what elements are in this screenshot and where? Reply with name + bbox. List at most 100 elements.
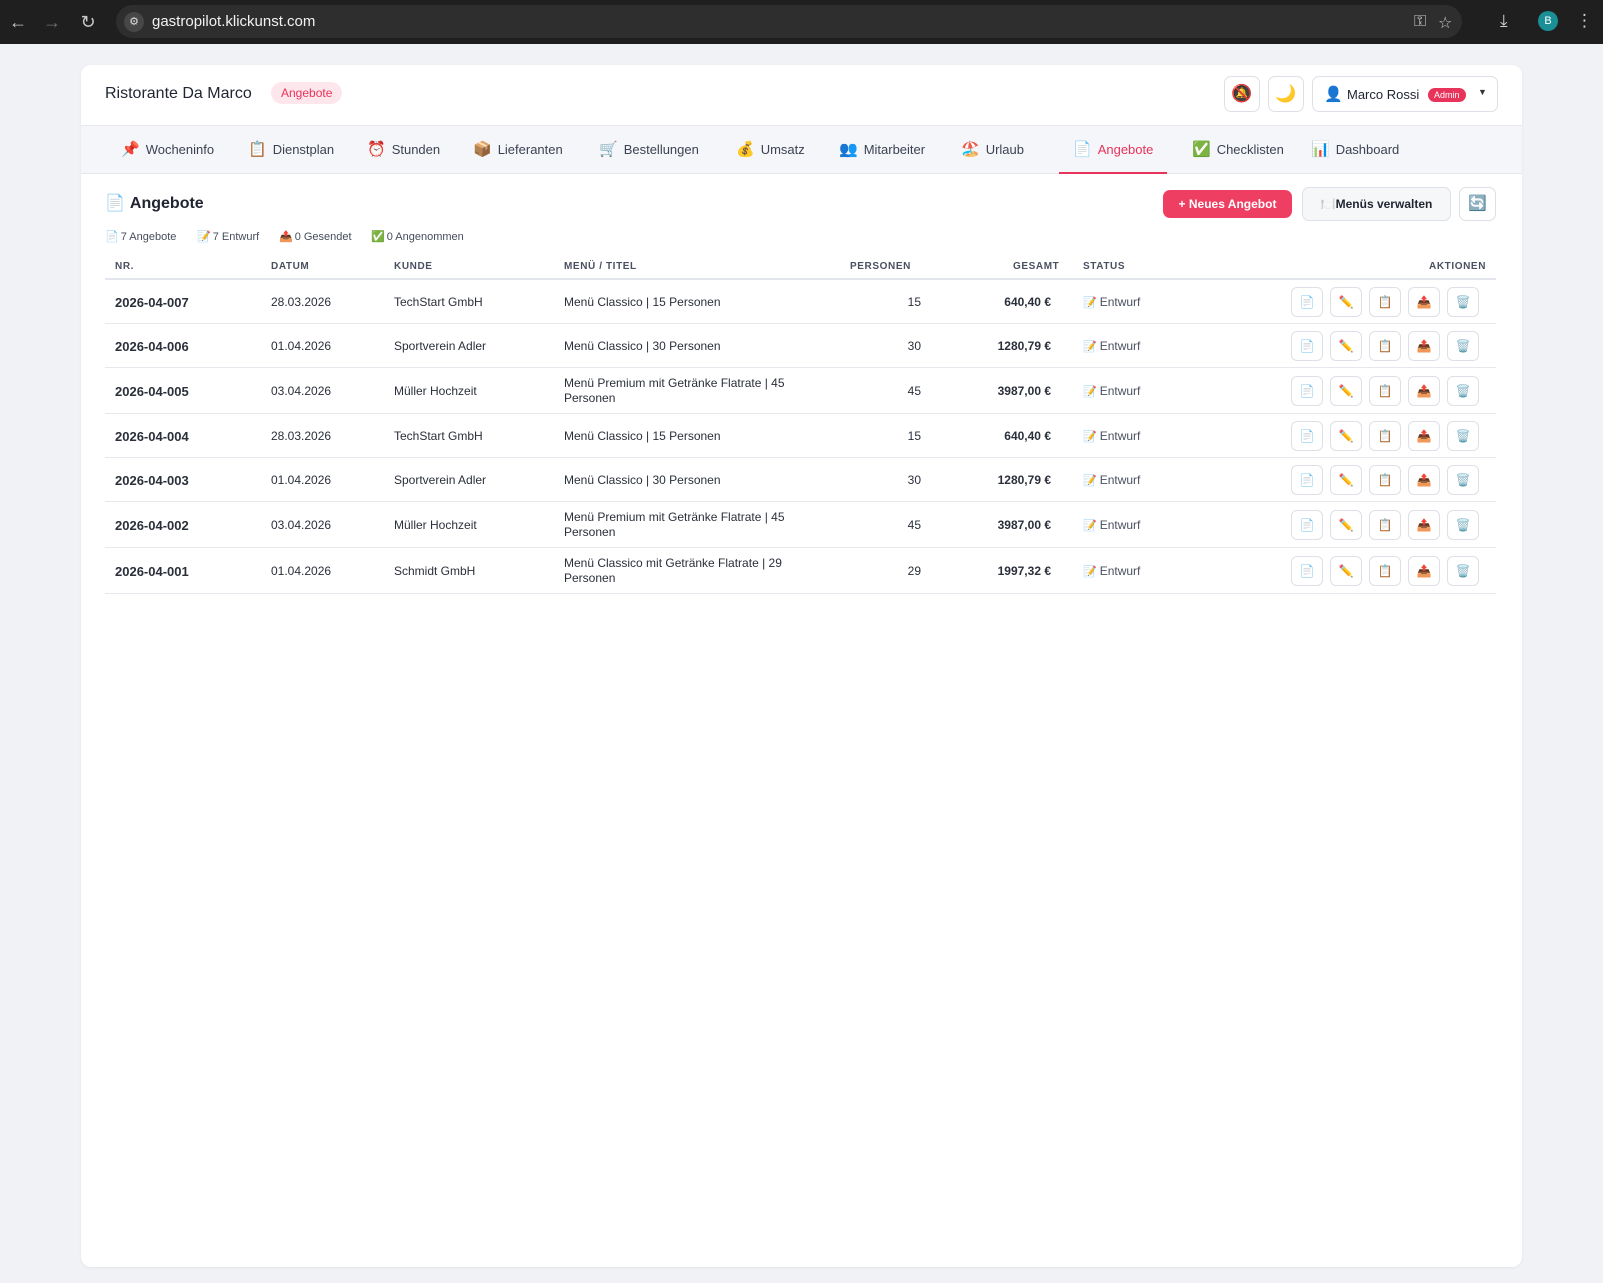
delete-button[interactable]: 🗑️ xyxy=(1447,510,1479,540)
edit-button[interactable]: ✏️ xyxy=(1330,556,1362,586)
edit-button[interactable]: ✏️ xyxy=(1330,331,1362,361)
tab-lieferanten[interactable]: 📦 Lieferanten xyxy=(459,126,577,173)
delete-button[interactable]: 🗑️ xyxy=(1447,287,1479,317)
duplicate-button[interactable]: 📋 xyxy=(1369,421,1401,451)
persons-count: 30 xyxy=(907,339,921,353)
offer-number[interactable]: 2026-04-006 xyxy=(115,339,189,354)
table-body: 2026-04-007 28.03.2026 TechStart GmbH Menü … xyxy=(105,280,1496,594)
table-row[interactable]: 2026-04-005 03.04.2026 Müller Hochzeit Menü… xyxy=(105,368,1496,414)
download-icon[interactable]: ⤓ xyxy=(1500,10,1508,32)
tab-mitarbeiter[interactable]: 👥 Mitarbeiter xyxy=(825,126,939,173)
send-button[interactable]: 📤 xyxy=(1408,376,1440,406)
edit-button[interactable]: ✏️ xyxy=(1330,287,1362,317)
refresh-button[interactable]: 🔄 xyxy=(1459,187,1496,221)
table-row[interactable]: 2026-04-001 01.04.2026 Schmidt GmbH Menü Cl… xyxy=(105,548,1496,594)
forward-icon[interactable]: → xyxy=(40,10,64,34)
view-button[interactable]: 📄 xyxy=(1291,465,1323,495)
view-button[interactable]: 📄 xyxy=(1291,510,1323,540)
offer-date: 28.03.2026 xyxy=(271,295,332,309)
send-icon: 📤 xyxy=(1416,384,1432,398)
view-button[interactable]: 📄 xyxy=(1291,331,1323,361)
tab-dashboard[interactable]: 📊 Dashboard xyxy=(1297,126,1413,173)
status-badge: 📝 Entwurf xyxy=(1083,429,1140,443)
offer-number[interactable]: 2026-04-001 xyxy=(115,564,189,579)
send-button[interactable]: 📤 xyxy=(1408,331,1440,361)
new-offer-button[interactable]: + Neues Angebot xyxy=(1163,190,1292,218)
back-icon[interactable]: ← xyxy=(6,10,30,34)
send-button[interactable]: 📤 xyxy=(1408,465,1440,495)
duplicate-button[interactable]: 📋 xyxy=(1369,556,1401,586)
view-button[interactable]: 📄 xyxy=(1291,421,1323,451)
table-row[interactable]: 2026-04-002 03.04.2026 Müller Hochzeit Menü… xyxy=(105,502,1496,548)
browser-menu-icon[interactable]: ⋮ xyxy=(1576,10,1593,32)
alarm-clock-icon: ⏰ xyxy=(367,141,386,158)
stat-draft: 📝 7 Entwurf xyxy=(197,230,259,243)
duplicate-button[interactable]: 📋 xyxy=(1369,510,1401,540)
tab-urlaub[interactable]: 🏖️ Urlaub xyxy=(947,126,1038,173)
tab-angebote[interactable]: 📄 Angebote xyxy=(1059,126,1168,174)
send-button[interactable]: 📤 xyxy=(1408,287,1440,317)
edit-button[interactable]: ✏️ xyxy=(1330,421,1362,451)
edit-button[interactable]: ✏️ xyxy=(1330,465,1362,495)
manage-menus-button[interactable]: 🍽️Menüs verwalten xyxy=(1302,187,1451,221)
user-menu-button[interactable]: 👤 Marco Rossi Admin ▼ xyxy=(1312,76,1498,112)
password-key-icon[interactable]: ⚿ xyxy=(1414,13,1426,31)
app-header: Ristorante Da Marco Angebote 🔕 🌙 👤 Marco… xyxy=(81,65,1522,125)
edit-pencil-icon: ✏️ xyxy=(1338,518,1354,532)
tab-stunden[interactable]: ⏰ Stunden xyxy=(353,126,454,173)
table-header: NR. DATUM KUNDE MENÜ / TITEL PERSONEN GE… xyxy=(105,253,1496,280)
total-amount: 1280,79 € xyxy=(997,339,1051,353)
caret-down-icon: ▼ xyxy=(1478,87,1487,97)
offer-number[interactable]: 2026-04-007 xyxy=(115,295,189,310)
duplicate-button[interactable]: 📋 xyxy=(1369,376,1401,406)
col-personen: PERSONEN xyxy=(850,261,911,272)
view-button[interactable]: 📄 xyxy=(1291,556,1323,586)
edit-button[interactable]: ✏️ xyxy=(1330,376,1362,406)
send-button[interactable]: 📤 xyxy=(1408,421,1440,451)
view-button[interactable]: 📄 xyxy=(1291,376,1323,406)
table-row[interactable]: 2026-04-004 28.03.2026 TechStart GmbH Menü … xyxy=(105,414,1496,458)
duplicate-button[interactable]: 📋 xyxy=(1369,465,1401,495)
send-icon: 📤 xyxy=(1416,429,1432,443)
refresh-icon: 🔄 xyxy=(1468,195,1487,212)
duplicate-button[interactable]: 📋 xyxy=(1369,331,1401,361)
stat-total: 📄 7 Angebote xyxy=(105,230,176,243)
edit-button[interactable]: ✏️ xyxy=(1330,510,1362,540)
profile-avatar[interactable]: B xyxy=(1538,11,1558,31)
status-label: Entwurf xyxy=(1099,473,1141,487)
tab-checklisten[interactable]: ✅ Checklisten xyxy=(1178,126,1298,173)
send-button[interactable]: 📤 xyxy=(1408,556,1440,586)
delete-button[interactable]: 🗑️ xyxy=(1447,556,1479,586)
delete-button[interactable]: 🗑️ xyxy=(1447,465,1479,495)
tab-dienstplan[interactable]: 📋 Dienstplan xyxy=(234,126,348,173)
total-amount: 3987,00 € xyxy=(997,518,1051,532)
moon-icon: 🌙 xyxy=(1275,84,1297,103)
table-row[interactable]: 2026-04-006 01.04.2026 Sportverein Adler Me… xyxy=(105,324,1496,368)
address-bar[interactable]: ⚙ gastropilot.klickunst.com ⚿ ☆ xyxy=(116,5,1462,38)
tab-bestellungen[interactable]: 🛒 Bestellungen xyxy=(585,126,713,173)
site-settings-icon[interactable]: ⚙ xyxy=(124,12,144,32)
offer-number[interactable]: 2026-04-002 xyxy=(115,518,189,533)
view-button[interactable]: 📄 xyxy=(1291,287,1323,317)
restaurant-name: Ristorante Da Marco xyxy=(105,85,252,102)
tab-label: Dienstplan xyxy=(272,142,335,157)
bookmark-star-icon[interactable]: ☆ xyxy=(1438,13,1452,33)
reload-icon[interactable]: ↻ xyxy=(76,10,100,34)
col-datum: DATUM xyxy=(271,261,310,272)
tab-umsatz[interactable]: 💰 Umsatz xyxy=(722,126,819,173)
duplicate-button[interactable]: 📋 xyxy=(1369,287,1401,317)
dark-mode-toggle[interactable]: 🌙 xyxy=(1268,76,1304,112)
notifications-button[interactable]: 🔕 xyxy=(1224,76,1260,112)
offer-number[interactable]: 2026-04-003 xyxy=(115,473,189,488)
delete-trash-icon: 🗑️ xyxy=(1455,384,1471,398)
offer-number[interactable]: 2026-04-005 xyxy=(115,384,189,399)
delete-button[interactable]: 🗑️ xyxy=(1447,376,1479,406)
offer-number[interactable]: 2026-04-004 xyxy=(115,429,189,444)
tab-wocheninfo[interactable]: 📌 Wocheninfo xyxy=(107,126,228,173)
url-text[interactable]: gastropilot.klickunst.com xyxy=(152,13,315,30)
delete-button[interactable]: 🗑️ xyxy=(1447,421,1479,451)
table-row[interactable]: 2026-04-003 01.04.2026 Sportverein Adler Me… xyxy=(105,458,1496,502)
table-row[interactable]: 2026-04-007 28.03.2026 TechStart GmbH Menü … xyxy=(105,280,1496,324)
delete-button[interactable]: 🗑️ xyxy=(1447,331,1479,361)
send-button[interactable]: 📤 xyxy=(1408,510,1440,540)
